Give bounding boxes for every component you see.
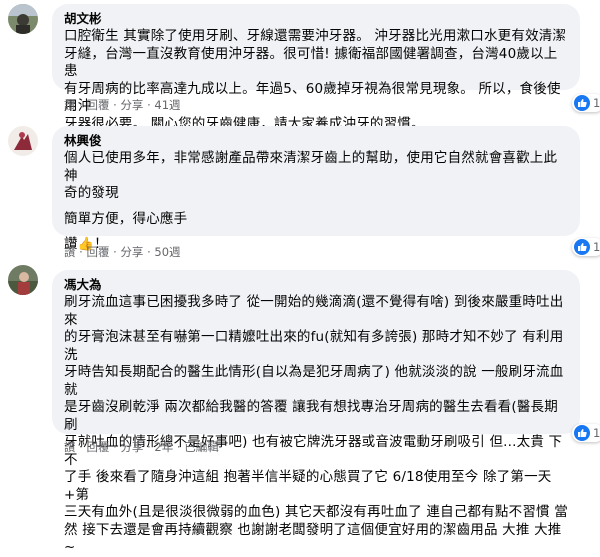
comment-time[interactable]: 41週 xyxy=(154,98,180,112)
comment-time[interactable]: 2年 xyxy=(154,440,173,454)
thumbs-up-icon xyxy=(574,239,590,255)
comment-time[interactable]: 50週 xyxy=(154,245,180,259)
avatar-photo-icon xyxy=(8,4,38,34)
comment-author[interactable]: 馮大為 xyxy=(64,277,568,293)
comment-line: 是牙齒沒刷乾淨 兩次都給我醫的答覆 讓我有想找專治牙周病的醫生去看看(醫長期刷 xyxy=(64,399,558,433)
comment-line: 牙時告知長期配合的醫生此情形(自以為是犯牙周病了) 他就淡淡的說 一般刷牙流血就 xyxy=(64,364,564,398)
comment-line: 簡單方便，得心應手 xyxy=(64,210,188,227)
comment-line: 牙縫，台灣一直沒教育使用沖牙器。很可惜! 據衛福部國健署調查，台灣40歲以上患 xyxy=(64,45,558,80)
reply-button[interactable]: 回覆 xyxy=(86,245,109,259)
share-button[interactable]: 分享 xyxy=(120,98,143,112)
reaction-summary[interactable]: 1 xyxy=(572,238,600,256)
comment-text: 個人已使用多年，非常感謝產品帶來清潔牙齒上的幫助，使用它自然就會喜歡上此神 奇的… xyxy=(64,150,568,254)
share-button[interactable]: 分享 xyxy=(120,245,143,259)
comment-line: 了手 後來看了隨身沖這組 抱著半信半疑的心態買了它 6/18使用至今 除了第一天… xyxy=(64,469,552,503)
thumbs-up-icon xyxy=(574,95,590,111)
edited-label: 已編輯 xyxy=(184,440,219,454)
comment-author[interactable]: 胡文彬 xyxy=(64,11,568,27)
like-button[interactable]: 讚 xyxy=(64,98,76,112)
comment-actions: 讚 · 回覆 · 分享 · 50週 xyxy=(64,245,181,259)
reply-button[interactable]: 回覆 xyxy=(86,440,109,454)
comment-bubble: 胡文彬 口腔衛生 其實除了使用牙刷、牙線還需要沖牙器。 沖牙器比光用漱口水更有效… xyxy=(52,4,580,132)
reaction-count: 1 xyxy=(593,96,600,110)
avatar[interactable] xyxy=(8,126,38,156)
comment-line: 三天有血外(且是很淡很微弱的血色) 其它天都沒有再吐血了 連自己都有點不習慣 當 xyxy=(64,504,568,520)
comment-line: 刷牙流血這事已困擾我多時了 從一開始的幾滴滴(還不覺得有啥) 到後來嚴重時吐出來 xyxy=(64,294,564,328)
reaction-count: 1 xyxy=(593,240,600,254)
avatar-photo-icon xyxy=(8,265,38,295)
comment-actions: 讚 · 回覆 · 分享 · 2年 · 已編輯 xyxy=(64,440,219,454)
reaction-count: 1 xyxy=(593,426,600,440)
share-button[interactable]: 分享 xyxy=(120,440,143,454)
avatar[interactable] xyxy=(8,4,38,34)
reaction-summary[interactable]: 1 xyxy=(572,94,600,112)
comment-line: 個人已使用多年，非常感謝產品帶來清潔牙齒上的幫助，使用它自然就會喜歡上此神 xyxy=(64,150,558,184)
like-button[interactable]: 讚 xyxy=(64,245,76,259)
comment-bubble: 馮大為 刷牙流血這事已困擾我多時了 從一開始的幾滴滴(還不覺得有啥) 到後來嚴重… xyxy=(52,270,580,555)
like-button[interactable]: 讚 xyxy=(64,440,76,454)
thumbs-up-icon xyxy=(574,425,590,441)
comment-bubble: 林興俊 個人已使用多年，非常感謝產品帶來清潔牙齒上的幫助，使用它自然就會喜歡上此… xyxy=(52,126,580,252)
comment-line: 然 接下去還是會再持續觀察 也謝謝老闆發明了這個便宜好用的潔齒用品 大推 大推~ xyxy=(64,521,562,556)
reply-button[interactable]: 回覆 xyxy=(86,98,109,112)
comment-line: 奇的發現 xyxy=(64,185,119,201)
comment-line: 口腔衛生 其實除了使用牙刷、牙線還需要沖牙器。 沖牙器比光用漱口水更有效清潔 xyxy=(64,28,567,44)
avatar[interactable] xyxy=(8,265,38,295)
comment-line: 的牙膏泡沫甚至有嚇第一口精嬤吐出來的fu(就知有多誇張) 那時才知不妙了 有利用… xyxy=(64,329,564,363)
avatar-photo-icon xyxy=(8,126,38,156)
comment-text: 口腔衛生 其實除了使用牙刷、牙線還需要沖牙器。 沖牙器比光用漱口水更有效清潔 牙… xyxy=(64,28,568,133)
comment-text: 刷牙流血這事已困擾我多時了 從一開始的幾滴滴(還不覺得有啥) 到後來嚴重時吐出來… xyxy=(64,294,568,557)
comment-author[interactable]: 林興俊 xyxy=(64,133,568,149)
reaction-summary[interactable]: 1 xyxy=(572,424,600,442)
comment-actions: 讚 · 回覆 · 分享 · 41週 xyxy=(64,98,181,112)
